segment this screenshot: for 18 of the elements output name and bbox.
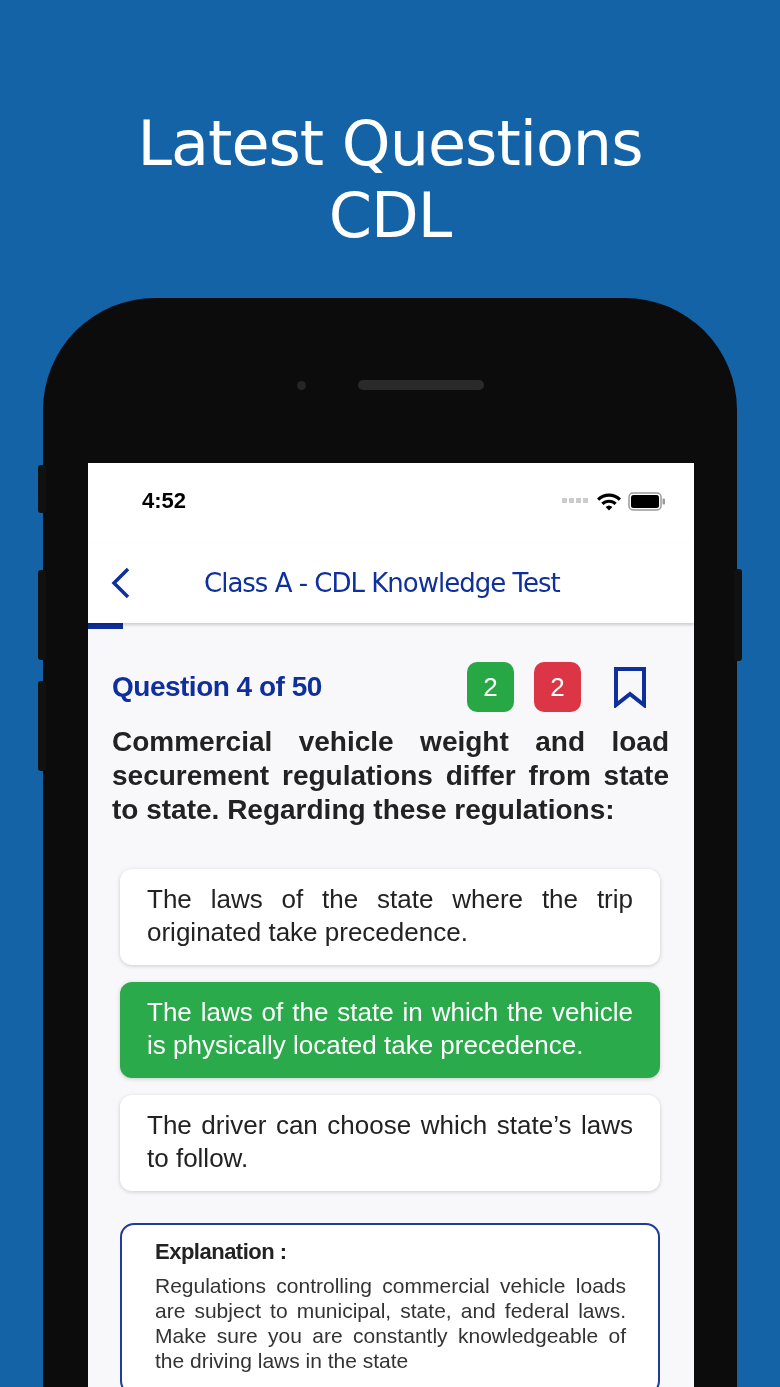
screen-title: Class A - CDL Knowledge Test [204, 568, 560, 598]
back-icon[interactable] [110, 567, 132, 599]
answer-option[interactable]: The driver can choose which state’s laws to follow. [120, 1095, 660, 1191]
correct-count-badge: 2 [467, 662, 514, 712]
wifi-icon [596, 491, 622, 511]
question-counter: Question 4 of 50 [112, 671, 323, 703]
bookmark-icon[interactable] [613, 666, 647, 708]
explanation-text: Regulations controlling commercial vehicle loads are subject to municipal, state, and federal laws. Make sure you are constantly knowledgeable of the driving laws in the state [155, 1273, 626, 1373]
signal-icon [562, 498, 590, 504]
explanation-title: Explanation : [155, 1239, 288, 1265]
question-text: Commercial vehicle weight and load securement regulations differ from state to state. Regarding these regulations: [112, 725, 669, 827]
headline: CDL [328, 180, 452, 252]
battery-icon [628, 491, 666, 511]
status-time: 4:52 [142, 488, 187, 514]
headline: Latest Questions [137, 108, 643, 180]
camera-icon [296, 380, 306, 390]
wrong-count-badge: 2 [534, 662, 581, 712]
answer-option[interactable]: The laws of the state where the trip originated take precedence. [120, 869, 660, 965]
